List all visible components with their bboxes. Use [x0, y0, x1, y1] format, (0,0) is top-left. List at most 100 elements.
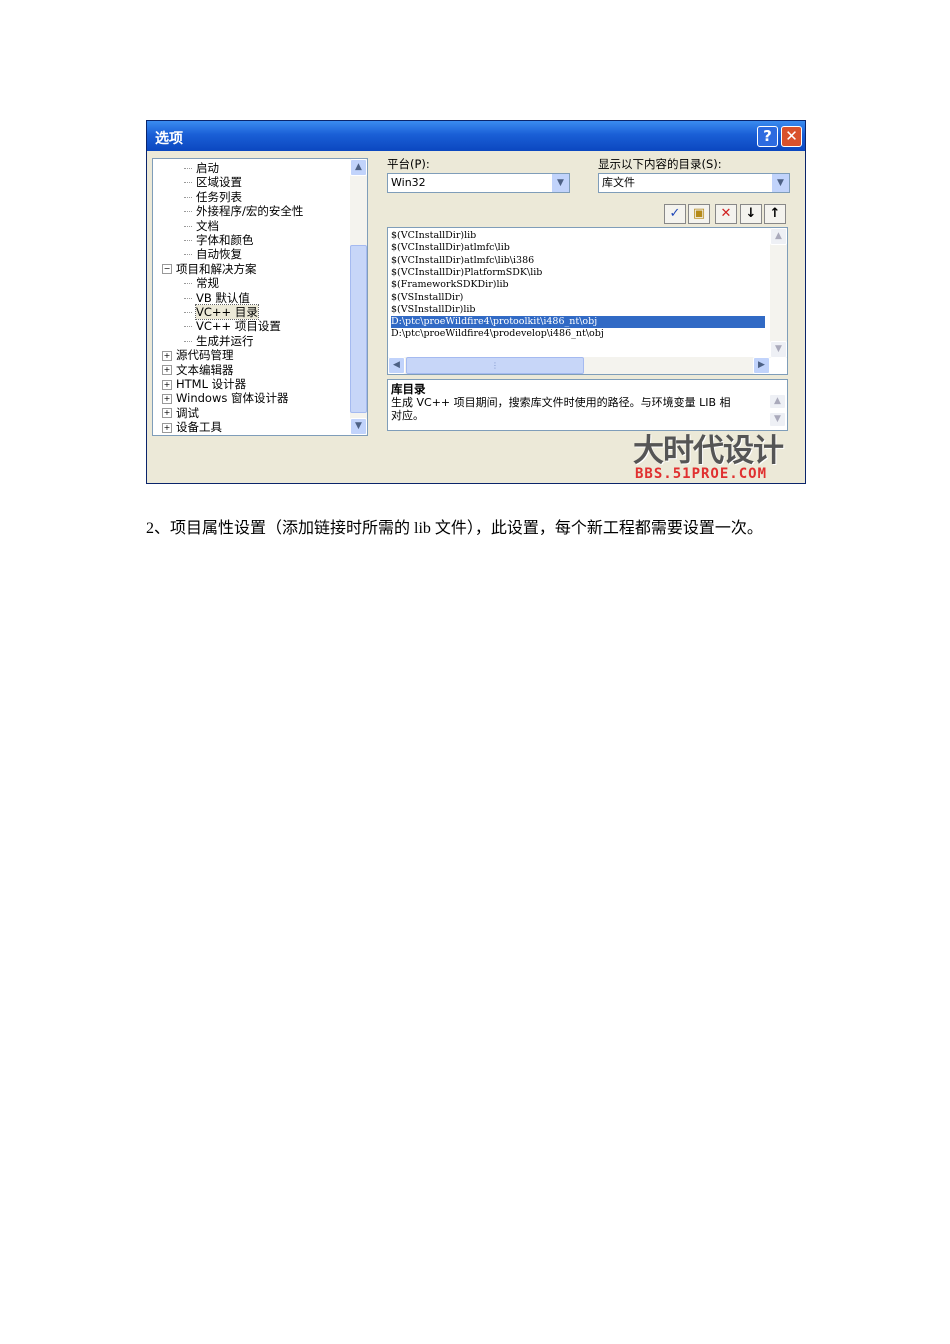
- scroll-up-icon[interactable]: ▲: [769, 394, 786, 409]
- expand-icon[interactable]: +: [162, 365, 172, 376]
- description-box: 库目录 生成 VC++ 项目期间，搜索库文件时使用的路径。与环境变量 LIB 相…: [387, 379, 788, 431]
- tree-item-label: 文本编辑器: [176, 362, 234, 377]
- directory-row[interactable]: $(FrameworkSDKDir)lib: [391, 279, 509, 291]
- scroll-left-icon[interactable]: ◀: [388, 357, 405, 374]
- expand-icon[interactable]: +: [162, 408, 172, 419]
- tree-connector: [184, 297, 192, 299]
- tree-item-label: VC++ 项目设置: [196, 319, 281, 334]
- platform-select[interactable]: Win32 ▼: [387, 173, 570, 193]
- tree-item[interactable]: + HTML 设计器: [162, 377, 246, 391]
- caption-paragraph: 2、项目属性设置（添加链接时所需的 lib 文件），此设置，每个新工程都需要设置…: [146, 520, 763, 537]
- tree-item[interactable]: 常规: [184, 276, 219, 290]
- tree-item[interactable]: + 设备工具: [162, 420, 222, 434]
- tree-item[interactable]: − 项目和解决方案: [162, 262, 257, 276]
- tree-item-label: 项目和解决方案: [176, 261, 257, 276]
- tree-connector: [184, 196, 192, 198]
- tree-vertical-scrollbar[interactable]: ▲ ▼: [350, 159, 367, 435]
- dialog-title: 选项: [155, 131, 183, 147]
- scroll-thumb[interactable]: [350, 245, 367, 413]
- tree-item[interactable]: + 调试: [162, 406, 199, 420]
- tree-connector: [184, 340, 192, 342]
- description-line2: 对应。: [391, 409, 424, 422]
- scroll-right-icon[interactable]: ▶: [753, 357, 770, 374]
- tree-connector: [184, 326, 192, 328]
- tree-item[interactable]: + 文本编辑器: [162, 363, 234, 377]
- tree-item-label: 字体和颜色: [196, 233, 254, 247]
- tree-item-label: Windows 窗体设计器: [176, 391, 289, 406]
- tree-item-label: VB 默认值: [196, 290, 250, 305]
- tree-item-label: 设备工具: [176, 420, 222, 435]
- tree-connector: [184, 211, 192, 213]
- close-button[interactable]: ✕: [781, 126, 802, 147]
- tree-item-label: 自动恢复: [196, 247, 242, 262]
- move-down-icon[interactable]: ↓: [740, 204, 762, 224]
- tree-item[interactable]: 任务列表: [184, 190, 242, 204]
- list-horizontal-scrollbar[interactable]: ◀ ⋮ ▶: [388, 357, 770, 374]
- tree-item-label: 常规: [196, 276, 219, 291]
- tree-item[interactable]: VC++ 目录: [184, 304, 259, 320]
- dirs-for-select[interactable]: 库文件 ▼: [598, 173, 790, 193]
- tree-item[interactable]: +数据库工具: [162, 435, 234, 436]
- directory-row[interactable]: $(VCInstallDir)lib: [391, 230, 476, 242]
- tree-item[interactable]: 启动: [184, 161, 219, 175]
- tree-item[interactable]: 区域设置: [184, 175, 242, 189]
- tree-connector: [184, 240, 192, 241]
- collapse-icon[interactable]: −: [162, 264, 172, 275]
- platform-value: Win32: [391, 176, 426, 189]
- directory-row[interactable]: $(VCInstallDir)PlatformSDK\lib: [391, 267, 542, 279]
- tree-item[interactable]: + 源代码管理: [162, 348, 234, 362]
- options-dialog: 选项 ? ✕ 启动 区域设置 任务列表 外接程序/宏的安全性 文档 字体和颜色 自动恢复 − 项…: [146, 120, 806, 484]
- tree-connector: [184, 182, 192, 184]
- expand-icon[interactable]: +: [162, 379, 172, 390]
- title-bar[interactable]: 选项 ? ✕: [147, 121, 805, 151]
- tree-connector: [184, 312, 192, 313]
- directory-row[interactable]: $(VCInstallDir)atlmfc\lib: [391, 242, 510, 254]
- move-up-icon[interactable]: ↑: [764, 204, 786, 224]
- expand-icon[interactable]: +: [162, 422, 172, 433]
- tree-item-label: 数据库工具: [176, 435, 234, 436]
- directory-row[interactable]: $(VSInstallDir): [391, 292, 463, 304]
- scroll-up-icon[interactable]: ▲: [770, 228, 787, 245]
- check-icon[interactable]: ✓: [664, 204, 686, 224]
- directory-row[interactable]: $(VSInstallDir)lib: [391, 304, 475, 316]
- tree-item[interactable]: 外接程序/宏的安全性: [184, 204, 303, 218]
- dirs-for-value: 库文件: [602, 176, 635, 189]
- directory-row[interactable]: D:\ptc\proeWildfire4\protoolkit\i486_nt\…: [391, 316, 765, 329]
- chevron-down-icon[interactable]: ▼: [552, 174, 569, 192]
- description-line1: 生成 VC++ 项目期间，搜索库文件时使用的路径。与环境变量 LIB 相: [391, 396, 731, 409]
- watermark-sub: BBS.51PROE.COM: [635, 466, 768, 482]
- delete-icon[interactable]: ✕: [715, 204, 737, 224]
- tree-connector: [184, 283, 192, 285]
- tree-item-label: 外接程序/宏的安全性: [196, 204, 304, 219]
- scroll-up-icon[interactable]: ▲: [350, 159, 367, 176]
- tree-item-label: 源代码管理: [176, 348, 234, 363]
- tree-item[interactable]: 字体和颜色: [184, 233, 254, 247]
- tree-item[interactable]: VB 默认值: [184, 291, 250, 305]
- tree-connector: [184, 168, 192, 169]
- expand-icon[interactable]: +: [162, 393, 172, 404]
- tree-connector: [184, 225, 192, 227]
- directory-list[interactable]: $(VCInstallDir)lib $(VCInstallDir)atlmfc\…: [387, 227, 788, 375]
- list-vertical-scrollbar[interactable]: ▲ ▼: [770, 228, 787, 358]
- options-tree: 启动 区域设置 任务列表 外接程序/宏的安全性 文档 字体和颜色 自动恢复 − 项目和解决方案常…: [152, 158, 368, 436]
- chevron-down-icon[interactable]: ▼: [772, 174, 789, 192]
- tree-item-label: 调试: [176, 405, 199, 420]
- tree-item[interactable]: 生成并运行: [184, 334, 254, 348]
- new-folder-icon[interactable]: ▣: [688, 204, 710, 224]
- expand-icon[interactable]: +: [162, 350, 172, 361]
- tree-item[interactable]: + Windows 窗体设计器: [162, 391, 289, 405]
- tree-item[interactable]: 文档: [184, 219, 219, 233]
- tree-item[interactable]: VC++ 项目设置: [184, 319, 281, 333]
- tree-item-label: VC++ 目录: [195, 304, 259, 320]
- tree-item-label: 任务列表: [196, 189, 242, 204]
- directory-row[interactable]: D:\ptc\proeWildfire4\prodevelop\i486_nt\…: [391, 328, 604, 340]
- scroll-down-icon[interactable]: ▼: [770, 341, 787, 358]
- tree-item-label: 区域设置: [196, 175, 242, 190]
- watermark-logo: 大时代设计 BBS.51PROE.COM: [633, 425, 784, 482]
- directory-row[interactable]: $(VCInstallDir)atlmfc\lib\i386: [391, 255, 534, 267]
- scroll-down-icon[interactable]: ▼: [350, 418, 367, 435]
- help-button[interactable]: ?: [757, 126, 778, 147]
- tree-item[interactable]: 自动恢复: [184, 247, 242, 261]
- hscroll-thumb[interactable]: ⋮: [406, 357, 584, 374]
- tree-connector: [184, 254, 192, 256]
